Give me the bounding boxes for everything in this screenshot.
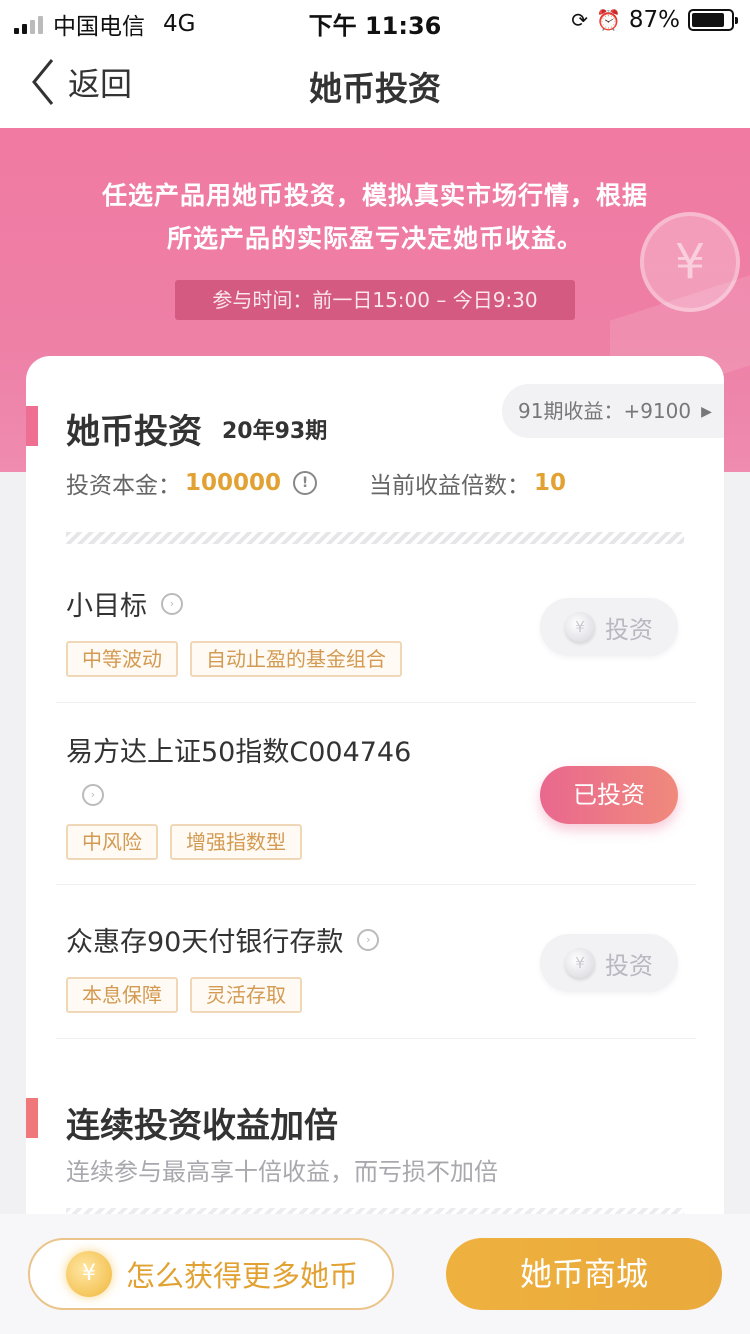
principal-value: 100000: [185, 470, 282, 496]
section-accent-bar: [26, 1098, 38, 1138]
product-name: 众惠存90天付银行存款: [66, 927, 344, 958]
more-coins-button[interactable]: ¥ 怎么获得更多她币: [28, 1238, 394, 1310]
investment-card: 她币投资 20年93期 91期收益：+9100 ▶ 投资本金： 100000 ! …: [26, 356, 724, 1334]
status-bar: 中国电信 4G 下午 11:36 ⟳ ⏰ 87%: [0, 0, 750, 40]
product-tag: 增强指数型: [170, 824, 302, 860]
coin-icon: ¥: [565, 612, 595, 642]
battery-label: 87%: [628, 7, 680, 33]
chevron-right-circle-icon[interactable]: ›: [82, 784, 104, 806]
invest-button-label: 投资: [605, 951, 653, 980]
section-title: 连续投资收益加倍: [66, 1106, 338, 1146]
previous-result-button[interactable]: 91期收益：+9100 ▶: [502, 384, 724, 438]
rotation-lock-icon: ⟳: [571, 8, 588, 32]
info-icon[interactable]: !: [293, 471, 318, 495]
chevron-right-circle-icon[interactable]: ›: [357, 928, 380, 951]
more-coins-label: 怎么获得更多她币: [126, 1259, 359, 1293]
chevron-right-circle-icon[interactable]: ›: [161, 592, 183, 615]
invest-button[interactable]: ¥ 投资: [540, 598, 678, 656]
product-tag: 自动止盈的基金组合: [190, 641, 402, 677]
coin-icon: ¥: [66, 1251, 112, 1297]
invest-button[interactable]: ¥ 投资: [540, 934, 678, 992]
period-label: 20年93期: [222, 419, 328, 444]
banner-line-2: 所选产品的实际盈亏决定她币收益。: [166, 224, 583, 253]
multiplier-label: 当前收益倍数：: [369, 473, 531, 499]
section-subtitle: 连续参与最高享十倍收益，而亏损不加倍: [66, 1158, 498, 1186]
previous-result-label: 91期收益：+9100: [518, 399, 692, 423]
nav-bar: 返回 她币投资: [0, 40, 750, 128]
investment-info: 投资本金： 100000 ! 当前收益倍数： 10: [66, 466, 566, 500]
alarm-icon: ⏰: [595, 8, 621, 32]
triangle-right-icon: ▶: [701, 404, 712, 420]
page-title: 她币投资: [309, 69, 441, 108]
status-right: ⟳ ⏰ 87%: [571, 7, 738, 33]
battery-icon: [688, 9, 738, 31]
title-accent-bar: [26, 406, 38, 446]
product-tag: 中风险: [66, 824, 158, 860]
divider: [56, 884, 696, 885]
banner-line-1: 任选产品用她币投资，模拟真实市场行情，根据: [101, 181, 648, 210]
multiplier-value: 10: [534, 470, 567, 496]
bottom-action-bar: ¥ 怎么获得更多她币 她币商城: [0, 1214, 750, 1334]
product-name-row: 易方达上证50指数C004746: [66, 730, 696, 769]
product-tag: 中等波动: [66, 641, 178, 677]
product-tags: 中风险 增强指数型: [66, 824, 696, 860]
product-tag: 灵活存取: [190, 977, 302, 1013]
card-title: 她币投资: [66, 412, 202, 452]
divider: [56, 1038, 696, 1039]
product-name: 小目标: [66, 591, 147, 622]
coin-icon: ¥: [565, 948, 595, 978]
invest-button-label: 投资: [605, 615, 653, 644]
divider: [56, 702, 696, 703]
product-tag: 本息保障: [66, 977, 178, 1013]
product-name: 易方达上证50指数C004746: [66, 737, 412, 768]
coin-shop-button[interactable]: 她币商城: [446, 1238, 722, 1310]
banner-description: 任选产品用她币投资，模拟真实市场行情，根据 所选产品的实际盈亏决定她币收益。: [0, 174, 750, 260]
principal-label: 投资本金：: [66, 473, 181, 499]
hatched-divider: [66, 532, 684, 544]
invested-button[interactable]: 已投资: [540, 766, 678, 824]
participation-time: 参与时间：前一日15:00 – 今日9:30: [175, 280, 575, 320]
